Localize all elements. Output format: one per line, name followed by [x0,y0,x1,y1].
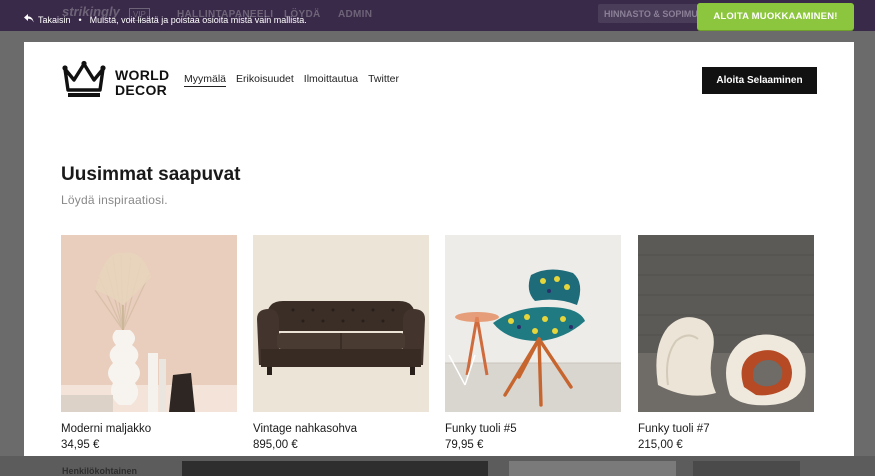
product-card[interactable]: Funky tuoli #5 79,95 € [445,235,621,451]
product-name[interactable]: Vintage nahkasohva [253,423,429,435]
site-nav: Myymälä Erikoisuudet Ilmoittautua Twitte… [184,73,399,87]
nav-twitter[interactable]: Twitter [368,73,399,87]
product-price: 79,95 € [445,439,484,451]
nav-signup[interactable]: Ilmoittautua [304,73,358,87]
section-title: Uusimmat saapuvat [61,164,241,185]
pricing-button[interactable]: HINNASTO & SOPIMUKSET [598,4,708,23]
background-block [182,461,488,476]
product-name[interactable]: Funky tuoli #7 [638,423,814,435]
product-price: 34,95 € [61,439,100,451]
back-link[interactable]: Takaisin • Muista, voit lisätä ja poista… [24,14,307,25]
nav-store[interactable]: Myymälä [184,73,227,87]
product-image-chair-5[interactable] [445,235,621,412]
nav-admin[interactable]: ADMIN [338,9,372,20]
product-price: 895,00 € [253,439,298,451]
back-label[interactable]: Takaisin [38,15,71,25]
product-image-vase[interactable] [61,235,237,412]
template-preview: WORLD DECOR Myymälä Erikoisuudet Ilmoitt… [24,42,854,456]
product-name[interactable]: Moderni maljakko [61,423,237,435]
nav-specials[interactable]: Erikoisuudet [236,73,294,87]
crown-icon [61,60,107,105]
product-card[interactable]: Moderni maljakko 34,95 € [61,235,237,451]
product-price: 215,00 € [638,439,683,451]
product-name[interactable]: Funky tuoli #5 [445,423,621,435]
product-image-chair-7[interactable] [638,235,814,412]
separator-dot: • [78,14,82,25]
logo-wordmark: WORLD DECOR [115,66,170,98]
product-card[interactable]: Funky tuoli #7 215,00 € [638,235,814,451]
section-subtitle: Löydä inspiraatiosi. [61,193,168,207]
product-card[interactable]: Vintage nahkasohva 895,00 € [253,235,429,451]
editor-hint: Muista, voit lisätä ja poistaa osioita m… [89,14,307,25]
site-logo[interactable]: WORLD DECOR [61,60,169,105]
product-image-sofa[interactable] [253,235,429,412]
background-block [509,461,676,476]
background-block [693,461,800,476]
start-editing-button[interactable]: ALOITA MUOKKAAMINEN! [697,3,854,30]
background-label: Henkilökohtainen [62,466,138,476]
start-browsing-button[interactable]: Aloita Selaaminen [702,67,817,94]
back-arrow-icon [24,14,34,25]
background-page-strip: Henkilökohtainen [0,456,875,476]
